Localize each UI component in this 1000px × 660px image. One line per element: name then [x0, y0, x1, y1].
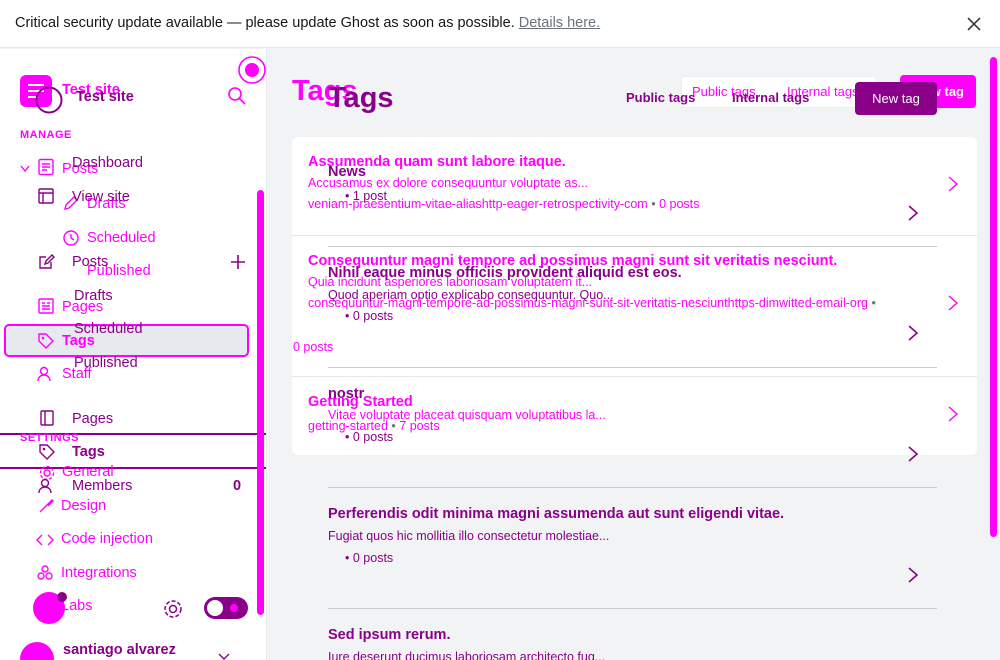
tag-name[interactable]: News	[328, 164, 366, 180]
tag-name[interactable]: Nihil eaque minus officiis provident ali…	[328, 265, 682, 281]
row-divider	[328, 608, 937, 609]
integrations-icon	[37, 565, 53, 580]
clock-icon	[63, 230, 79, 246]
chevron-right-icon[interactable]	[906, 325, 920, 341]
tab-public-tags[interactable]: Public tags	[626, 90, 695, 105]
tag-slug-text: veniam-praesentium-vitae-alias	[308, 197, 482, 211]
tag-icon	[38, 333, 54, 349]
chevron-down-icon[interactable]	[218, 653, 230, 660]
site-title[interactable]: Test site	[76, 89, 134, 105]
manage-section-title: MANAGE	[20, 129, 72, 141]
tag-count: • 0 posts	[345, 551, 394, 565]
tag-name[interactable]: nostr	[328, 386, 364, 402]
page-title: Tags	[328, 82, 394, 114]
sidebar-item-labs[interactable]: Labs	[61, 598, 92, 614]
row-divider	[292, 235, 977, 236]
tag-count: • 0 posts	[345, 309, 394, 323]
gear-icon[interactable]	[162, 598, 184, 620]
pages-icon	[38, 298, 54, 314]
tag-count: • 1 post	[345, 189, 387, 203]
chevron-right-icon[interactable]	[946, 176, 960, 192]
sidebar-item-dashboard[interactable]: Dashboard	[72, 155, 143, 171]
tag-name[interactable]: Sed ipsum rerum.	[328, 627, 450, 643]
main-scrollbar[interactable]	[990, 57, 997, 537]
user-avatar[interactable]	[20, 642, 54, 660]
members-count: 0	[233, 478, 242, 494]
sidebar-item-published[interactable]: Published	[74, 355, 138, 371]
tag-description: Quod aperiam optio explicabo consequuntu…	[328, 288, 614, 302]
tag-count: 0 posts	[659, 197, 700, 211]
notification-dot	[57, 592, 67, 602]
sidebar-item-members[interactable]: Members	[72, 478, 132, 494]
chevron-right-icon[interactable]	[946, 406, 960, 422]
sidebar-item-pages[interactable]: Pages	[72, 411, 113, 427]
sidebar-item-scheduled[interactable]: Scheduled	[74, 321, 143, 337]
sidebar-item-view-site[interactable]: View site	[72, 189, 130, 205]
chevron-down-icon[interactable]	[20, 165, 30, 173]
sidebar-item-integrations[interactable]: Integrations	[61, 565, 137, 581]
tag-count: 0 posts	[293, 340, 334, 354]
members-icon	[38, 478, 52, 494]
chevron-right-icon[interactable]	[906, 567, 920, 583]
close-icon[interactable]	[964, 14, 984, 34]
posts-icon	[38, 158, 54, 176]
code-icon	[36, 534, 54, 546]
record-icon	[238, 56, 266, 84]
site-icon	[35, 86, 63, 114]
sidebar-item-posts[interactable]: Posts	[72, 254, 108, 270]
user-name[interactable]: santiago alvarez	[63, 642, 176, 658]
sidebar-scrollbar[interactable]	[257, 190, 264, 615]
chevron-right-icon[interactable]	[906, 446, 920, 462]
row-divider	[328, 367, 937, 368]
edit-icon	[39, 254, 55, 269]
plus-icon[interactable]	[229, 253, 247, 271]
tag-url-text: http-eager-retrospectivity-com	[481, 197, 648, 211]
staff-icon	[37, 366, 51, 382]
row-divider	[328, 246, 937, 247]
banner-details-link[interactable]: Details here.	[519, 15, 600, 31]
sidebar-item-scheduled-ghost[interactable]: Scheduled	[87, 230, 156, 246]
banner-message: Critical security update available — ple…	[15, 15, 515, 31]
tag-count-text: 1 post	[352, 189, 387, 203]
book-icon	[40, 410, 54, 426]
chevron-right-icon[interactable]	[906, 205, 920, 221]
row-divider	[328, 487, 937, 488]
update-banner: Critical security update available — ple…	[0, 0, 1000, 48]
view-site-icon	[38, 188, 54, 204]
tag-url-text: https-dimwitted-email-org	[727, 296, 868, 310]
tag-description: Fugiat quos hic mollitia illo consectetu…	[328, 529, 610, 543]
theme-toggle[interactable]	[204, 597, 248, 619]
tag-count-text: 0 posts	[352, 551, 394, 565]
sidebar: Test site Test site MANAGE Posts Drafts …	[0, 49, 267, 660]
sidebar-item-drafts[interactable]: Drafts	[74, 288, 113, 304]
sidebar-item-design[interactable]: Design	[61, 498, 106, 514]
tab-internal-tags[interactable]: Internal tags	[732, 90, 809, 105]
tag-count-text: 0 posts	[352, 430, 394, 444]
new-tag-label: New tag	[872, 91, 920, 106]
tag-name[interactable]: Perferendis odit minima magni assumenda …	[328, 506, 784, 522]
new-tag-button[interactable]: New tag	[855, 82, 937, 115]
chevron-right-icon[interactable]	[946, 295, 960, 311]
tag-icon	[39, 444, 55, 460]
tag-description: Iure deserunt ducimus laboriosam archite…	[328, 650, 606, 660]
sidebar-item-tags[interactable]: Tags	[72, 444, 105, 460]
search-icon[interactable]	[227, 86, 247, 106]
row-divider	[292, 376, 977, 377]
tag-count: 7 posts	[399, 419, 440, 433]
brush-icon	[39, 499, 54, 513]
sidebar-item-code-injection[interactable]: Code injection	[61, 531, 153, 547]
tag-count: • 0 posts	[345, 430, 394, 444]
tag-count-text: 0 posts	[352, 309, 394, 323]
banner-text: Critical security update available — ple…	[15, 15, 600, 31]
